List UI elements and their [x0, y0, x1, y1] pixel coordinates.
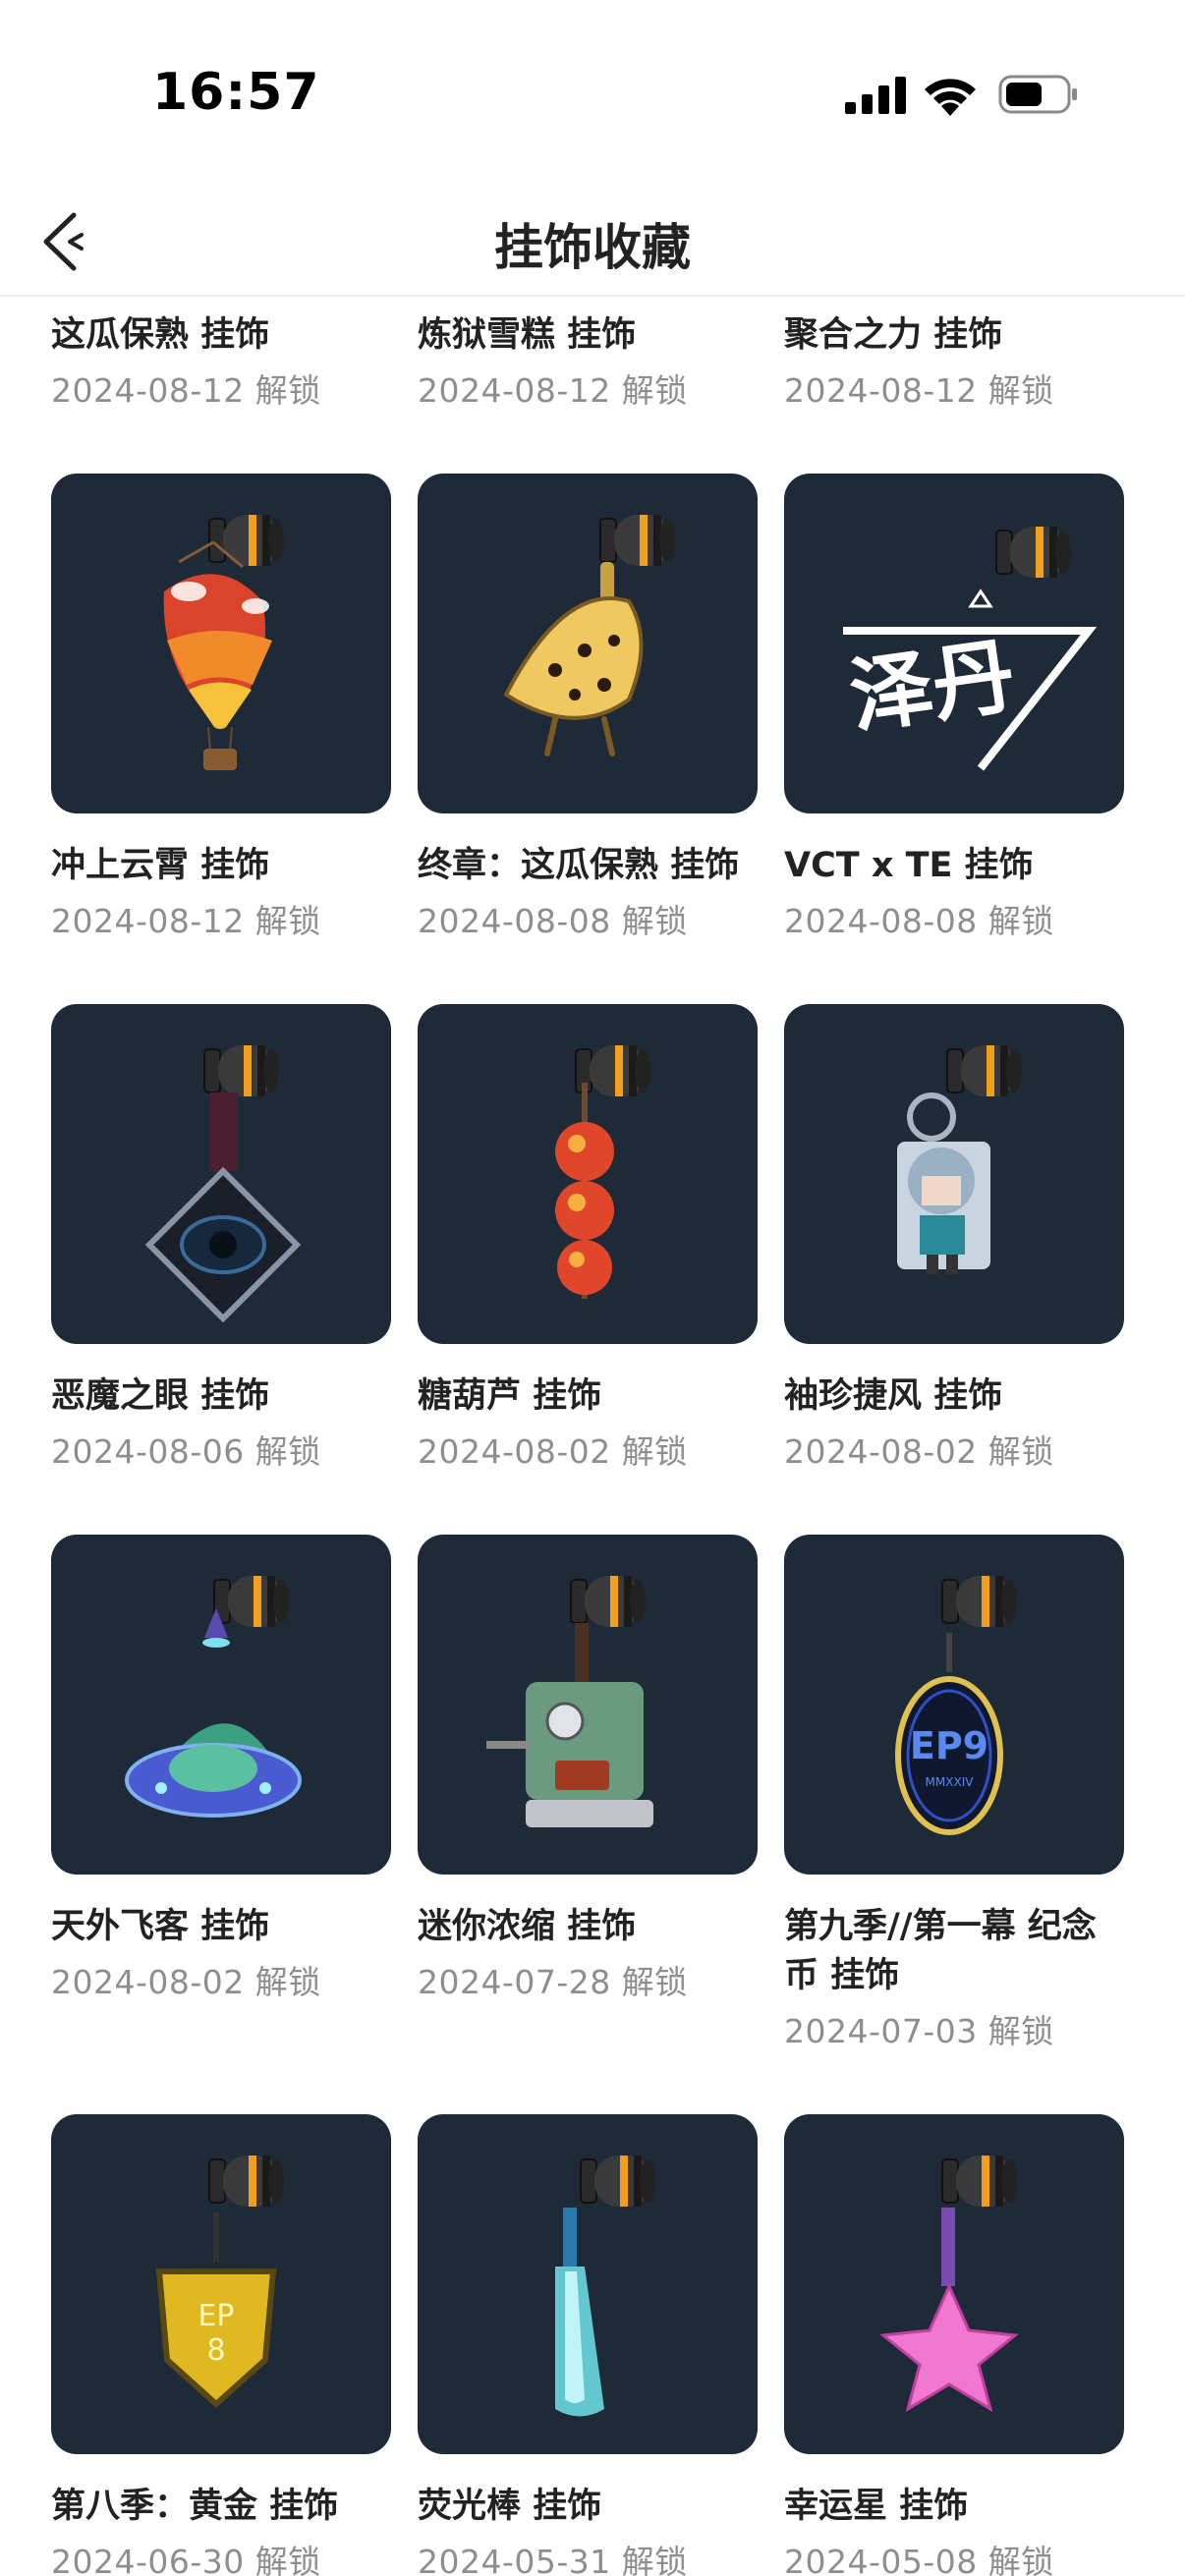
unlock-date: 2024-08-02 解锁	[784, 1432, 1054, 1471]
charm-clasp	[203, 1045, 279, 1096]
ep9-emblem-subtext: MMXXIV	[926, 1775, 975, 1789]
status-bar: 16:57	[0, 0, 1185, 187]
unlock-date: 2024-07-28 解锁	[418, 1963, 688, 2001]
ep9-coin-icon: EP9 MMXXIV	[895, 1576, 1017, 1835]
ep9-emblem-text: EP9	[910, 1724, 988, 1767]
charm-card[interactable]: 终章：这瓜保熟 挂饰 2024-08-08 解锁	[418, 474, 758, 945]
status-time: 16:57	[152, 63, 320, 122]
charm-card[interactable]: 袖珍捷风 挂饰 2024-08-02 解锁	[784, 1004, 1124, 1476]
unlock-date: 2024-08-08 解锁	[418, 902, 688, 940]
charm-card[interactable]: 天外飞客 挂饰 2024-08-02 解锁	[51, 1535, 391, 2055]
charm-name: 第八季：黄金 挂饰	[51, 2487, 339, 2526]
charm-clasp	[946, 1045, 1022, 1096]
svg-text:泽丹: 泽丹	[844, 627, 1021, 745]
charm-clasp	[599, 515, 675, 566]
glow-stick-icon	[555, 2156, 655, 2417]
unlock-date: 2024-06-30 解锁	[51, 2543, 321, 2576]
charm-name: 这瓜保熟 挂饰	[51, 315, 270, 355]
charm-card[interactable]: 糖葫芦 挂饰 2024-08-02 解锁	[418, 1004, 758, 1476]
charm-name: 荧光棒 挂饰	[418, 2487, 602, 2526]
charm-card[interactable]: 炼狱雪糕 挂饰 2024-08-12 解锁	[418, 297, 758, 415]
charm-name: 炼狱雪糕 挂饰	[418, 315, 637, 355]
charm-card[interactable]: 聚合之力 挂饰 2024-08-12 解锁	[784, 297, 1124, 415]
vct-te-logo-icon: 泽丹	[843, 527, 1098, 771]
hot-air-balloon-icon	[163, 515, 284, 770]
charm-clasp	[941, 2156, 1017, 2207]
ep8-emblem-text: EP	[198, 2299, 234, 2333]
unlock-date: 2024-08-08 解锁	[784, 902, 1054, 940]
charm-name: 终章：这瓜保熟 挂饰	[418, 846, 740, 885]
charm-clasp	[213, 1576, 289, 1627]
charm-clasp	[580, 2156, 655, 2207]
unlock-date: 2024-08-06 解锁	[51, 1432, 321, 1471]
charm-name: 恶魔之眼 挂饰	[51, 1376, 270, 1416]
battery-icon	[998, 75, 1077, 114]
ep8-gold-icon: EP 8	[155, 2156, 284, 2409]
charm-image[interactable]	[51, 474, 391, 813]
charm-name: 聚合之力 挂饰	[784, 315, 1003, 355]
charm-clasp	[941, 1576, 1017, 1627]
unlock-date: 2024-05-08 解锁	[784, 2543, 1054, 2576]
charm-image[interactable]: 泽丹	[784, 474, 1124, 813]
charm-card[interactable]: 这瓜保熟 挂饰 2024-08-12 解锁	[51, 297, 391, 415]
charm-image[interactable]	[418, 2114, 758, 2454]
page-title: 挂饰收藏	[494, 219, 691, 276]
charm-name: 天外飞客 挂饰	[51, 1907, 270, 1946]
demon-eye-icon	[144, 1045, 302, 1323]
unlock-date: 2024-08-02 解锁	[51, 1963, 321, 2001]
charm-name: 幸运星 挂饰	[784, 2487, 969, 2526]
charm-card[interactable]: 恶魔之眼 挂饰 2024-08-06 解锁	[51, 1004, 391, 1476]
charm-clasp	[208, 2156, 284, 2207]
charm-name: 糖葫芦 挂饰	[418, 1376, 602, 1416]
ufo-icon	[125, 1576, 302, 1818]
unlock-date: 2024-05-31 解锁	[418, 2543, 688, 2576]
charm-image[interactable]	[51, 1535, 391, 1875]
ep8-emblem-number: 8	[206, 2333, 225, 2368]
charm-name: 冲上云霄 挂饰	[51, 846, 270, 885]
wifi-icon	[925, 79, 976, 116]
charm-image[interactable]	[418, 474, 758, 813]
charm-image[interactable]: EP 8	[51, 2114, 391, 2454]
mini-jett-icon	[897, 1045, 1022, 1274]
charm-image[interactable]	[784, 1004, 1124, 1344]
charm-card[interactable]: 荧光棒 挂饰 2024-05-31 解锁	[418, 2114, 758, 2576]
unlock-date: 2024-08-12 解锁	[51, 902, 321, 940]
lucky-star-icon	[879, 2156, 1019, 2413]
charm-name: 第九季//第一幕 纪念币 挂饰	[784, 1907, 1097, 1995]
charm-clasp	[570, 1576, 646, 1627]
unlock-date: 2024-07-03 解锁	[784, 2012, 1054, 2050]
melon-slice-icon	[503, 515, 675, 756]
charm-name: 迷你浓缩 挂饰	[418, 1907, 637, 1946]
unlock-date: 2024-08-02 解锁	[418, 1432, 688, 1471]
unlock-date: 2024-08-12 解锁	[784, 371, 1054, 410]
charm-name: VCT x TE 挂饰	[784, 846, 1034, 885]
charm-image[interactable]	[418, 1004, 758, 1344]
charm-collection-list: 这瓜保熟 挂饰 2024-08-12 解锁 炼狱雪糕 挂饰 2024-08-12 解锁…	[0, 297, 1185, 2576]
unlock-date: 2024-08-12 解锁	[51, 371, 321, 410]
charm-image[interactable]	[784, 2114, 1124, 2454]
espresso-machine-icon	[486, 1576, 653, 1827]
charm-image[interactable]: EP9 MMXXIV	[784, 1535, 1124, 1875]
candied-haws-icon	[555, 1045, 650, 1299]
charm-clasp	[208, 515, 284, 566]
charm-card[interactable]: 冲上云霄 挂饰 2024-08-12 解锁	[51, 474, 391, 945]
charm-clasp	[995, 527, 1071, 578]
unlock-date: 2024-08-12 解锁	[418, 371, 688, 410]
charm-name: 袖珍捷风 挂饰	[784, 1376, 1003, 1416]
cellular-signal-icon	[845, 77, 906, 114]
charm-card[interactable]: EP9 MMXXIV 第九季//第一幕 纪念币 挂饰 2024-07-03 解锁	[784, 1535, 1124, 2055]
charm-card[interactable]: 幸运星 挂饰 2024-05-08 解锁	[784, 2114, 1124, 2576]
charm-image[interactable]	[51, 1004, 391, 1344]
charm-card[interactable]: 迷你浓缩 挂饰 2024-07-28 解锁	[418, 1535, 758, 2055]
charm-card[interactable]: 泽丹 VCT x TE 挂饰 2024-08-08 解锁	[784, 474, 1124, 945]
nav-bar: 挂饰收藏	[0, 187, 1185, 297]
charm-grid: 这瓜保熟 挂饰 2024-08-12 解锁 炼狱雪糕 挂饰 2024-08-12 解锁…	[51, 297, 1134, 2576]
charm-image[interactable]	[418, 1535, 758, 1875]
charm-card[interactable]: EP 8 第八季：黄金 挂饰 2024-06-30 解锁	[51, 2114, 391, 2576]
